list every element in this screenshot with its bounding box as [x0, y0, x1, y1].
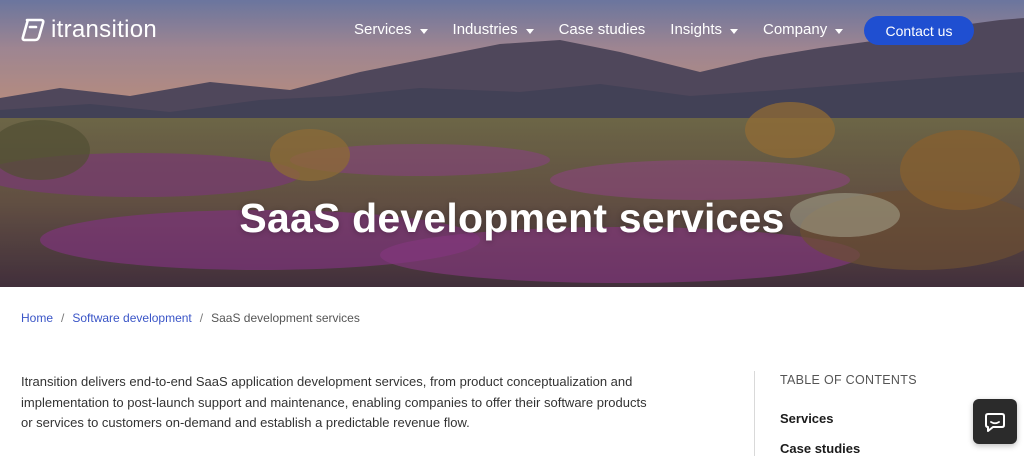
- nav-item-label: Industries: [452, 21, 518, 38]
- intro-paragraph: Itransition delivers end-to-end SaaS app…: [21, 374, 647, 430]
- brand-name: itransition: [51, 16, 158, 43]
- nav-item-services[interactable]: Services: [354, 20, 428, 40]
- toc-item-services[interactable]: Services: [780, 411, 834, 426]
- itransition-logo-icon: [21, 18, 45, 42]
- chevron-down-icon: [835, 28, 844, 34]
- site-logo[interactable]: itransition: [21, 17, 157, 43]
- breadcrumb-separator: /: [199, 311, 204, 325]
- chevron-down-icon: [730, 28, 738, 34]
- nav-item-insights[interactable]: Insights: [670, 20, 738, 40]
- main-menu: Services Industries Case studies Insight…: [354, 20, 868, 40]
- toc-title: TABLE OF CONTENTS: [780, 373, 917, 387]
- breadcrumb: Home / Software development / SaaS devel…: [21, 311, 360, 325]
- chevron-down-icon: [419, 28, 428, 34]
- breadcrumb-link-software-development[interactable]: Software development: [72, 311, 191, 325]
- hero-banner: itransition Services Industries Case stu…: [0, 0, 1024, 287]
- content-divider: [754, 371, 755, 456]
- nav-item-industries[interactable]: Industries: [453, 20, 534, 40]
- breadcrumb-link-home[interactable]: Home: [21, 311, 53, 325]
- nav-item-label: Insights: [670, 21, 722, 38]
- contact-us-button[interactable]: Contact us: [864, 16, 974, 45]
- top-navigation: itransition Services Industries Case stu…: [0, 0, 1024, 60]
- chat-bubble-icon: [985, 412, 1005, 432]
- chat-button[interactable]: [973, 399, 1017, 444]
- breadcrumb-current: SaaS development services: [211, 311, 360, 325]
- nav-item-label: Company: [763, 21, 828, 38]
- nav-item-company[interactable]: Company: [763, 20, 844, 40]
- page-title: SaaS development services: [239, 195, 785, 241]
- chevron-down-icon: [525, 28, 534, 34]
- breadcrumb-separator: /: [61, 311, 65, 325]
- toc-item-case-studies[interactable]: Case studies: [780, 441, 860, 456]
- nav-item-case-studies[interactable]: Case studies: [559, 20, 646, 40]
- nav-item-label: Services: [354, 21, 412, 38]
- nav-item-label: Case studies: [558, 21, 646, 38]
